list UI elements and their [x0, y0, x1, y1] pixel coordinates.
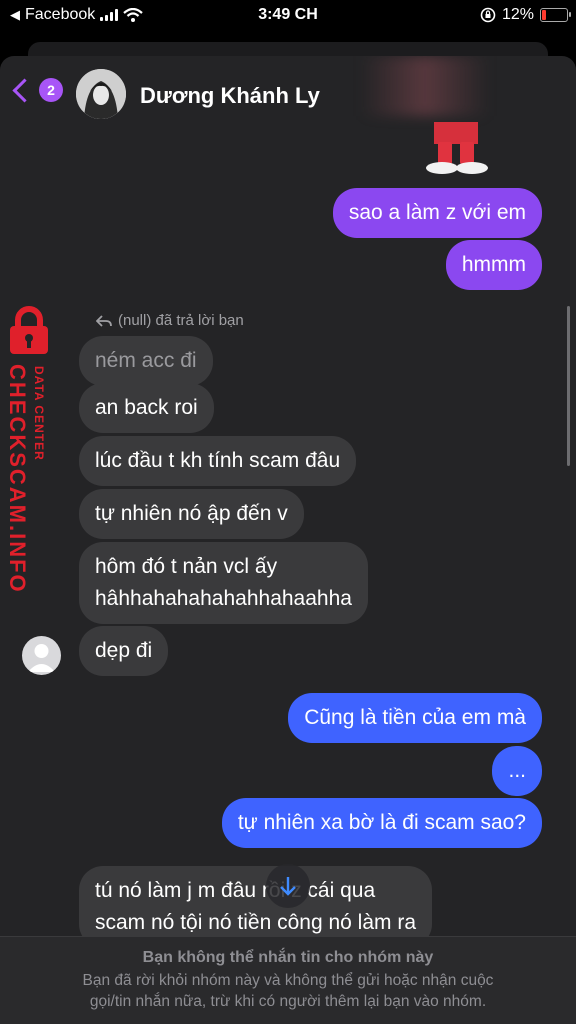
- scroll-down-arrow-icon: [280, 877, 296, 896]
- message-outgoing[interactable]: ...: [492, 746, 542, 796]
- watermark-subtitle: DATA CENTER: [32, 366, 46, 461]
- sender-avatar[interactable]: [22, 636, 61, 675]
- unread-badge: 2: [39, 78, 63, 102]
- message-incoming[interactable]: lúc đầu t kh tính scam đâu: [79, 436, 357, 486]
- chat-sheet: 2 Dương Khánh Ly sao a làm z với em hmmm…: [0, 56, 576, 1024]
- status-bar: ◀ Facebook 3:49 CH 12%: [0, 0, 576, 30]
- back-button[interactable]: 2: [12, 77, 63, 103]
- status-right: 12%: [480, 6, 571, 24]
- lock-icon: [10, 306, 48, 354]
- blurred-region: [360, 56, 490, 116]
- message-incoming[interactable]: dẹp đi: [79, 626, 169, 676]
- battery-percent: 12%: [501, 6, 534, 23]
- message-quoted[interactable]: ném acc đi: [79, 336, 213, 386]
- reply-arrow-icon: [96, 314, 112, 327]
- avatar-image: [76, 69, 126, 119]
- reply-indicator: (null) đã trả lời bạn: [96, 312, 244, 329]
- orientation-lock-icon: [480, 7, 496, 23]
- scrollbar[interactable]: [567, 306, 570, 466]
- message-outgoing[interactable]: sao a làm z với em: [332, 188, 542, 238]
- message-incoming[interactable]: an back roi: [79, 383, 214, 433]
- default-avatar-icon: [28, 644, 55, 672]
- footer-description: Bạn đã rời khỏi nhóm này và không thể gử…: [82, 972, 494, 1010]
- battery-icon: [540, 8, 571, 22]
- contact-name[interactable]: Dương Khánh Ly: [140, 83, 320, 109]
- footer-title: Bạn không thể nhắn tin cho nhóm này: [142, 949, 434, 966]
- scroll-to-bottom-button[interactable]: [266, 864, 310, 908]
- cannot-message-footer: Bạn không thể nhắn tin cho nhóm này Bạn …: [0, 936, 576, 1024]
- watermark: DATA CENTER CHECKSCAM.INFO: [0, 306, 64, 606]
- message-outgoing[interactable]: tự nhiên xa bờ là đi scam sao?: [221, 798, 542, 848]
- message-incoming[interactable]: hôm đó t nản vcl ấy hâhhahahahahahhahaah…: [79, 542, 368, 624]
- message-outgoing[interactable]: Cũng là tiền của em mà: [288, 693, 542, 743]
- sticker-image[interactable]: [420, 122, 492, 174]
- back-chevron-icon: [12, 77, 37, 103]
- message-outgoing[interactable]: hmmm: [445, 240, 542, 290]
- message-incoming[interactable]: tự nhiên nó ập đến v: [79, 489, 304, 539]
- avatar[interactable]: [76, 69, 126, 119]
- watermark-title: CHECKSCAM.INFO: [5, 364, 30, 594]
